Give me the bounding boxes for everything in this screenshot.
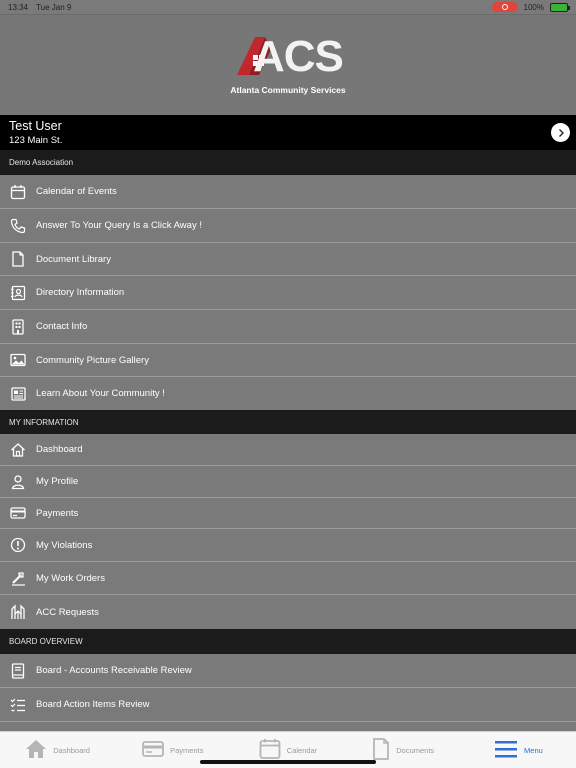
app-header: ACS Atlanta Community Services: [0, 14, 576, 115]
menu-item-label: Directory Information: [36, 287, 125, 298]
user-profile-bar[interactable]: Test User 123 Main St.: [0, 115, 576, 150]
logo-subtitle: Atlanta Community Services: [230, 85, 346, 95]
document-icon: [0, 251, 36, 267]
menu-item-label: Calendar of Events: [36, 186, 117, 197]
battery-icon: [550, 2, 570, 12]
document-icon: [372, 738, 390, 762]
home-indicator: [200, 760, 376, 764]
menu-item-label: Answer To Your Query Is a Click Away !: [36, 220, 202, 231]
tab-label: Menu: [524, 745, 543, 755]
newspaper-icon: [0, 386, 36, 402]
credit-card-icon: [0, 505, 36, 521]
calendar-icon: [259, 738, 281, 762]
menu-item-document-library[interactable]: Document Library: [0, 243, 576, 276]
menu-item-board-action-items[interactable]: Board Action Items Review: [0, 688, 576, 722]
menu-item-my-profile[interactable]: My Profile: [0, 466, 576, 498]
status-date: Tue Jan 9: [36, 2, 72, 12]
menu-item-label: My Work Orders: [36, 572, 105, 584]
menu-item-label: Contact Info: [36, 321, 88, 332]
menu-item-dashboard[interactable]: Dashboard: [0, 434, 576, 466]
section-header-demo-association: Demo Association: [0, 150, 576, 175]
building-icon: [0, 318, 36, 335]
acs-logo: ACS Atlanta Community Services: [223, 32, 353, 96]
tab-dashboard[interactable]: Dashboard: [0, 732, 115, 768]
logo-text: ACS: [253, 32, 344, 81]
menu-item-acc-requests[interactable]: ACC Requests: [0, 595, 576, 629]
menu-item-answer-query[interactable]: Answer To Your Query Is a Click Away !: [0, 209, 576, 243]
calendar-icon: [0, 184, 36, 200]
menu-item-community-picture-gallery[interactable]: Community Picture Gallery: [0, 344, 576, 377]
section-header-my-information: MY INFORMATION: [0, 410, 576, 434]
tab-label: Payments: [170, 745, 204, 755]
menu-item-directory-information[interactable]: Directory Information: [0, 276, 576, 310]
phone-icon: [0, 218, 36, 234]
menu-item-label: Dashboard: [36, 444, 83, 455]
menu-item-calendar-of-events[interactable]: Calendar of Events: [0, 175, 576, 209]
credit-card-icon: [142, 740, 165, 760]
tab-menu[interactable]: Menu: [461, 732, 576, 768]
menu-item-board-accounts-receivable[interactable]: Board - Accounts Receivable Review: [0, 654, 576, 688]
user-address: 123 Main St.: [9, 135, 63, 146]
menu-item-label: My Profile: [36, 476, 79, 487]
menu-item-label: Community Picture Gallery: [36, 354, 149, 366]
tab-label: Dashboard: [53, 745, 90, 755]
alert-circle-icon: [0, 537, 36, 553]
contact-card-icon: [0, 285, 36, 301]
menu-item-my-work-orders[interactable]: My Work Orders: [0, 562, 576, 595]
menu-item-my-violations[interactable]: My Violations: [0, 529, 576, 562]
menu-item-label: ACC Requests: [36, 606, 99, 618]
screen-recording-icon: [491, 2, 518, 12]
person-icon: [0, 474, 36, 490]
tab-label: Calendar: [286, 745, 318, 755]
menu-item-label: Board Action Items Review: [36, 699, 150, 710]
menu-item-contact-info[interactable]: Contact Info: [0, 310, 576, 344]
menu-item-payments[interactable]: Payments: [0, 498, 576, 529]
ledger-book-icon: [0, 662, 36, 679]
menu-item-label: Document Library: [36, 253, 111, 265]
menu-item-label: Board - Accounts Receivable Review: [36, 665, 192, 676]
tab-label: Documents: [396, 745, 435, 755]
home-icon: [25, 739, 47, 761]
status-time: 13:34: [8, 2, 29, 12]
home-icon: [0, 442, 36, 458]
wrench-icon: [0, 570, 36, 586]
user-name: Test User: [9, 119, 62, 133]
menu-item-label: Learn About Your Community !: [36, 388, 165, 399]
menu-item-learn-about-community[interactable]: Learn About Your Community !: [0, 377, 576, 410]
menu-item-label: Payments: [36, 507, 79, 519]
architecture-icon: [0, 604, 36, 620]
status-bar: 13:34 Tue Jan 9 100%: [0, 0, 576, 14]
checklist-icon: [0, 697, 36, 713]
image-icon: [0, 352, 36, 368]
chevron-right-icon[interactable]: [551, 123, 570, 142]
battery-percentage: 100%: [523, 2, 544, 12]
section-header-board-overview: BOARD OVERVIEW: [0, 629, 576, 654]
hamburger-menu-icon: [494, 739, 518, 761]
menu-item-label: My Violations: [36, 539, 93, 551]
